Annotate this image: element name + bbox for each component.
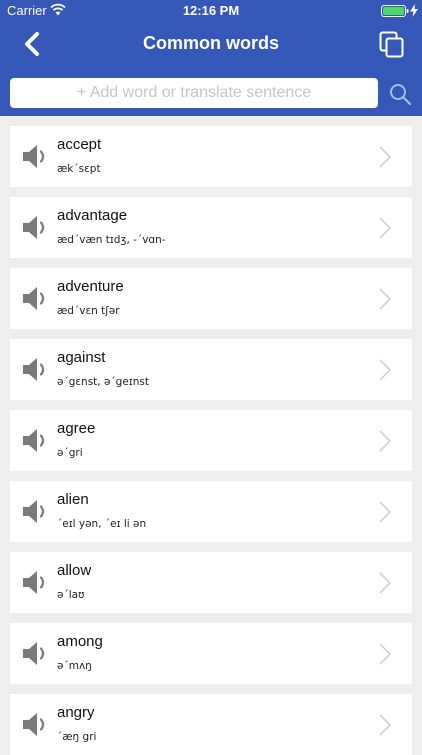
chevron-right-icon: [379, 501, 392, 523]
word-label: against: [57, 349, 106, 366]
phonetic-label: ΄eɪl yən, ΄eɪ li ən: [57, 518, 147, 530]
word-label: alien: [57, 491, 89, 508]
speaker-icon[interactable]: [22, 286, 48, 311]
phonetic-label: æd΄vɛn tʃər: [57, 305, 120, 317]
page-title: Common words: [142, 33, 279, 53]
list-item[interactable]: accept æk΄sɛpt: [10, 126, 412, 187]
chevron-right-icon: [379, 359, 392, 381]
search-icon[interactable]: [388, 82, 412, 106]
word-label: adventure: [57, 278, 124, 295]
speaker-icon[interactable]: [22, 144, 48, 169]
word-label: advantage: [57, 207, 128, 224]
list-item[interactable]: alien ΄eɪl yən, ΄eɪ li ən: [10, 481, 412, 542]
chevron-right-icon: [379, 146, 392, 168]
phonetic-label: ə΄mʌŋ: [57, 660, 92, 672]
list-item[interactable]: angry ΄æŋ gri: [10, 694, 412, 755]
charging-bolt-icon: [410, 4, 418, 17]
status-bar: Carrier 12:16 PM: [0, 0, 422, 22]
phonetic-label: æd΄væn tɪdʒ, -΄vɑn-: [57, 234, 166, 246]
phonetic-label: ə΄gri: [57, 447, 83, 459]
chevron-right-icon: [379, 643, 392, 665]
chevron-right-icon: [379, 430, 392, 452]
battery-icon: [381, 5, 409, 17]
chevron-right-icon: [379, 714, 392, 736]
list-item[interactable]: advantage æd΄væn tɪdʒ, -΄vɑn-: [10, 197, 412, 258]
word-label: agree: [57, 420, 96, 437]
word-label: allow: [57, 562, 92, 579]
word-label: among: [57, 633, 103, 650]
search-input[interactable]: [10, 78, 378, 108]
phonetic-label: ə΄laʊ: [57, 589, 85, 601]
chevron-right-icon: [379, 572, 392, 594]
phonetic-label: ə΄gɛnst, ə΄geɪnst: [57, 376, 149, 388]
copy-icon[interactable]: [379, 31, 405, 59]
speaker-icon[interactable]: [22, 357, 48, 382]
nav-bar: Common words: [0, 22, 422, 66]
speaker-icon[interactable]: [22, 215, 48, 240]
list-item[interactable]: allow ə΄laʊ: [10, 552, 412, 613]
phonetic-label: ΄æŋ gri: [57, 731, 97, 743]
list-item[interactable]: among ə΄mʌŋ: [10, 623, 412, 684]
phonetic-label: æk΄sɛpt: [57, 163, 101, 175]
speaker-icon[interactable]: [22, 641, 48, 666]
app-header: Carrier 12:16 PM Common words: [0, 0, 422, 116]
search-bar: [0, 78, 422, 110]
speaker-icon[interactable]: [22, 499, 48, 524]
status-time: 12:16 PM: [182, 3, 240, 18]
list-item[interactable]: against ə΄gɛnst, ə΄geɪnst: [10, 339, 412, 400]
word-label: accept: [57, 136, 102, 153]
chevron-right-icon: [379, 217, 392, 239]
list-item[interactable]: agree ə΄gri: [10, 410, 412, 471]
speaker-icon[interactable]: [22, 570, 48, 595]
speaker-icon[interactable]: [22, 428, 48, 453]
speaker-icon[interactable]: [22, 712, 48, 737]
word-label: angry: [57, 704, 95, 721]
list-item[interactable]: adventure æd΄vɛn tʃər: [10, 268, 412, 329]
chevron-right-icon: [379, 288, 392, 310]
